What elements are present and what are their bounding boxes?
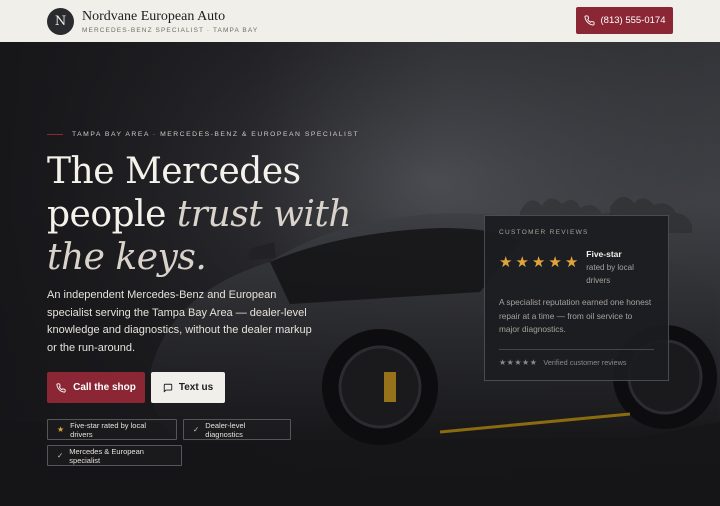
rating-stars: ★ ★ ★ ★ ★ [499, 255, 578, 287]
star-icon: ★ [564, 254, 579, 271]
brand[interactable]: Nordvane European Auto MERCEDES-BENZ SPE… [82, 9, 258, 34]
reviews-label: CUSTOMER REVIEWS [499, 229, 589, 236]
text-us-label: Text us [178, 382, 214, 393]
call-shop-label: Call the shop [73, 382, 136, 393]
star-icon: ★ [531, 254, 546, 271]
star-icon: ★ [499, 254, 513, 271]
phone-icon [584, 15, 595, 26]
star-icon: ★ [548, 254, 562, 271]
headline-italic-1: trust with [176, 194, 352, 235]
chip-label: Dealer-level diagnostics [205, 420, 246, 439]
phone-number: (813) 555-0174 [600, 15, 666, 26]
headline-line-1: The Mercedes [47, 151, 301, 192]
chip-diagnostics: ✓ Dealer-level diagnostics [183, 419, 291, 440]
hero-lead: An independent Mercedes-Benz and Europea… [47, 289, 312, 354]
text-us-button[interactable]: Text us [151, 372, 225, 403]
eyebrow-rule [47, 134, 63, 135]
star-icon: ★ [57, 425, 65, 434]
logo-mark[interactable]: N [47, 7, 74, 35]
headline-italic-2: the keys. [47, 237, 207, 278]
headline-line-2: people [47, 194, 177, 235]
divider [499, 348, 654, 350]
hero-headline: The Mercedes people trust with the keys. [47, 150, 377, 279]
hero-section: TAMPA BAY AREA · MERCEDES-BENZ & EUROPEA… [0, 42, 720, 506]
review-body: A specialist reputation earned one hones… [499, 297, 652, 334]
chip-label: Five-star rated by local drivers [70, 420, 147, 439]
verified-reviews-text: Verified customer reviews [543, 357, 627, 367]
brand-tagline: MERCEDES-BENZ SPECIALIST · TAMPA BAY [82, 26, 259, 34]
star-icon: ★ [515, 254, 529, 271]
call-shop-button[interactable]: Call the shop [47, 372, 145, 403]
reviews-card: CUSTOMER REVIEWS ★ ★ ★ ★ ★ Five-star rat… [484, 215, 669, 381]
phone-button[interactable]: (813) 555-0174 [576, 7, 673, 34]
chip-five-star: ★ Five-star rated by local drivers [47, 419, 177, 440]
footer-stars: ★★★★★ [499, 357, 538, 367]
review-note: rated by local drivers [586, 263, 634, 285]
eyebrow-text: TAMPA BAY AREA · MERCEDES-BENZ & EUROPEA… [72, 131, 360, 138]
review-title: Five-star [586, 249, 622, 259]
brand-name: Nordvane European Auto [82, 8, 226, 24]
chip-label: Mercedes & European specialist [69, 446, 144, 465]
hero-eyebrow: TAMPA BAY AREA · MERCEDES-BENZ & EUROPEA… [47, 131, 359, 138]
check-icon: ✓ [57, 451, 64, 460]
check-icon: ✓ [193, 425, 200, 434]
chip-specialist: ✓ Mercedes & European specialist [47, 445, 182, 466]
site-header: N Nordvane European Auto MERCEDES-BENZ S… [0, 0, 720, 42]
message-icon [163, 383, 173, 392]
logo-letter: N [54, 13, 67, 29]
phone-icon [56, 382, 66, 393]
